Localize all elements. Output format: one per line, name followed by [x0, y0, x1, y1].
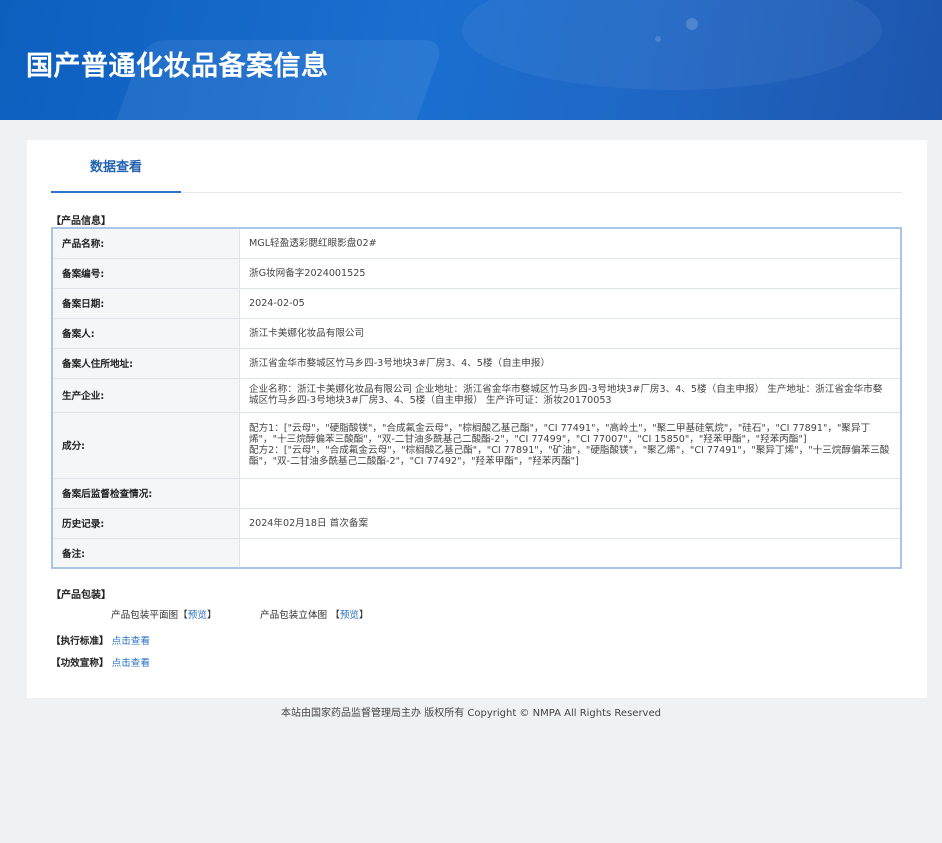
package-stereo-label: 产品包装立体图 【: [260, 610, 340, 621]
product-info-title: 【产品信息】: [51, 216, 111, 227]
row-value: 2024年02月18日 首次备案: [239, 507, 902, 539]
row-label: 产品名称:: [51, 227, 240, 259]
footer-copyright: 本站由国家药品监督管理局主办 版权所有 Copyright © NMPA All…: [281, 708, 661, 719]
row-label: 备案后监督检查情况:: [51, 477, 240, 509]
package-stereo: 产品包装立体图 【预览】: [260, 607, 369, 621]
table-row: 备案日期: 2024-02-05: [51, 287, 902, 319]
efficacy-view-link[interactable]: 点击查看: [112, 658, 150, 669]
banner-decoration: [462, 0, 882, 90]
row-label: 生产企业:: [51, 377, 240, 413]
table-row: 备案后监督检查情况:: [51, 477, 902, 509]
header-banner: 国产普通化妆品备案信息: [0, 0, 942, 120]
standard-row: 【执行标准】 点击查看: [51, 633, 150, 647]
row-value: MGL轻盈透彩腮红眼影盘02#: [239, 227, 902, 259]
package-flat: 产品包装平面图【预览】: [111, 607, 217, 621]
row-label: 备注:: [51, 537, 240, 569]
row-label: 成分:: [51, 411, 240, 479]
tab-data-view[interactable]: 数据查看: [51, 140, 181, 193]
package-flat-label: 产品包装平面图【: [111, 610, 188, 621]
table-row: 产品名称: MGL轻盈透彩腮红眼影盘02#: [51, 227, 902, 259]
row-value: 企业名称：浙江卡美娜化妆品有限公司 企业地址：浙江省金华市婺城区竹马乡四-3号地…: [239, 377, 902, 413]
row-label: 备案编号:: [51, 257, 240, 289]
row-value: 浙江省金华市婺城区竹马乡四-3号地块3#厂房3、4、5楼（自主申报）: [239, 347, 902, 379]
standard-view-link[interactable]: 点击查看: [112, 636, 150, 647]
table-row: 生产企业: 企业名称：浙江卡美娜化妆品有限公司 企业地址：浙江省金华市婺城区竹马…: [51, 377, 902, 413]
efficacy-row: 【功效宣称】 点击查看: [51, 655, 150, 669]
table-row: 备注:: [51, 537, 902, 569]
row-value: 浙G妆网备字2024001525: [239, 257, 902, 289]
bracket-close: 】: [206, 610, 217, 621]
table-row: 备案人: 浙江卡美娜化妆品有限公司: [51, 317, 902, 349]
row-label: 备案日期:: [51, 287, 240, 319]
efficacy-label: 【功效宣称】: [51, 658, 109, 669]
banner-dot: [655, 36, 661, 42]
row-label: 备案人住所地址:: [51, 347, 240, 379]
bracket-close: 】: [359, 610, 369, 621]
package-flat-preview-link[interactable]: 预览: [188, 610, 207, 621]
package-stereo-preview-link[interactable]: 预览: [340, 610, 359, 621]
product-info-table: 产品名称: MGL轻盈透彩腮红眼影盘02# 备案编号: 浙G妆网备字202400…: [51, 227, 902, 569]
row-value: [239, 537, 902, 569]
table-row: 成分: 配方1：["云母"，"硬脂酸镁"，"合成氟金云母"，"棕榈酸乙基己酯"，…: [51, 411, 902, 479]
table-row: 备案编号: 浙G妆网备字2024001525: [51, 257, 902, 289]
page-title: 国产普通化妆品备案信息: [26, 51, 329, 82]
banner-dot: [686, 18, 698, 30]
formula-1: 配方1：["云母"，"硬脂酸镁"，"合成氟金云母"，"棕榈酸乙基己酯"，"CI …: [249, 423, 871, 445]
table-row: 历史记录: 2024年02月18日 首次备案: [51, 507, 902, 539]
row-label: 历史记录:: [51, 507, 240, 539]
standard-label: 【执行标准】: [51, 636, 109, 647]
formula-2: 配方2：["云母"，"合成氟金云母"，"棕榈酸乙基己酯"，"CI 77891"，…: [249, 445, 890, 467]
content-card: 数据查看 【产品信息】 产品名称: MGL轻盈透彩腮红眼影盘02# 备案编号: …: [27, 140, 927, 698]
row-value: 配方1：["云母"，"硬脂酸镁"，"合成氟金云母"，"棕榈酸乙基己酯"，"CI …: [239, 411, 902, 479]
table-row: 备案人住所地址: 浙江省金华市婺城区竹马乡四-3号地块3#厂房3、4、5楼（自主…: [51, 347, 902, 379]
packaging-title: 【产品包装】: [51, 590, 111, 601]
row-value: 2024-02-05: [239, 287, 902, 319]
row-value: [239, 477, 902, 509]
tab-bar: 数据查看: [51, 140, 902, 193]
row-label: 备案人:: [51, 317, 240, 349]
row-value: 浙江卡美娜化妆品有限公司: [239, 317, 902, 349]
